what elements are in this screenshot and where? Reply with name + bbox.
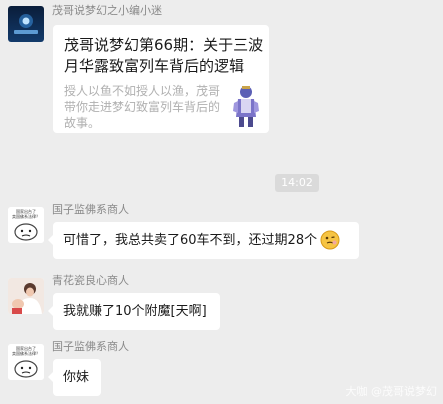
svg-text:卖国佛系法律？: 卖国佛系法律？ [12,213,40,219]
message-bubble[interactable]: 你妹 [48,359,101,396]
meme-avatar-icon: 国家出台了 卖国佛系法律？ [8,207,44,243]
timestamp: 14:02 [275,174,319,192]
watermark: 大咖 @茂哥说梦幻 [345,385,438,398]
card-title: 茂哥说梦幻第66期：关于三波月华露致富列车背后的逻辑 [64,36,264,75]
card-description: 授人以鱼不如授人以渔，茂哥带你走进梦幻致富列车背后的故事。 [64,84,221,130]
card-thumbnail-character-icon [226,83,266,129]
sender-name: 国子监佛系商人 [52,340,129,353]
message-bubble[interactable]: 我就赚了10个附魔[天啊] [48,293,220,330]
avatar-link-sender[interactable] [8,6,44,42]
photo-avatar-icon [8,278,44,314]
game-logo-icon [8,6,44,42]
avatar-qinghuaci[interactable] [8,278,44,314]
avatar-guozijian[interactable]: 国家出台了 卖国佛系法律？ [8,207,44,243]
svg-text:卖国佛系法律？: 卖国佛系法律？ [12,350,40,356]
message-text: 可惜了，我总共卖了60车不到，还过期28个 [63,233,318,248]
thinking-emoji-icon [320,230,340,249]
sender-name: 青花瓷良心商人 [52,274,129,287]
message-bubble[interactable]: 可惜了，我总共卖了60车不到，还过期28个 [48,222,359,259]
sender-name: 国子监佛系商人 [52,203,129,216]
avatar-guozijian[interactable]: 国家出台了 卖国佛系法律？ [8,344,44,380]
sender-name: 茂哥说梦幻之小编小迷 [52,4,162,17]
meme-avatar-icon: 国家出台了 卖国佛系法律？ [8,344,44,380]
article-link-card[interactable]: 茂哥说梦幻第66期：关于三波月华露致富列车背后的逻辑 授人以鱼不如授人以渔，茂哥… [53,25,269,133]
